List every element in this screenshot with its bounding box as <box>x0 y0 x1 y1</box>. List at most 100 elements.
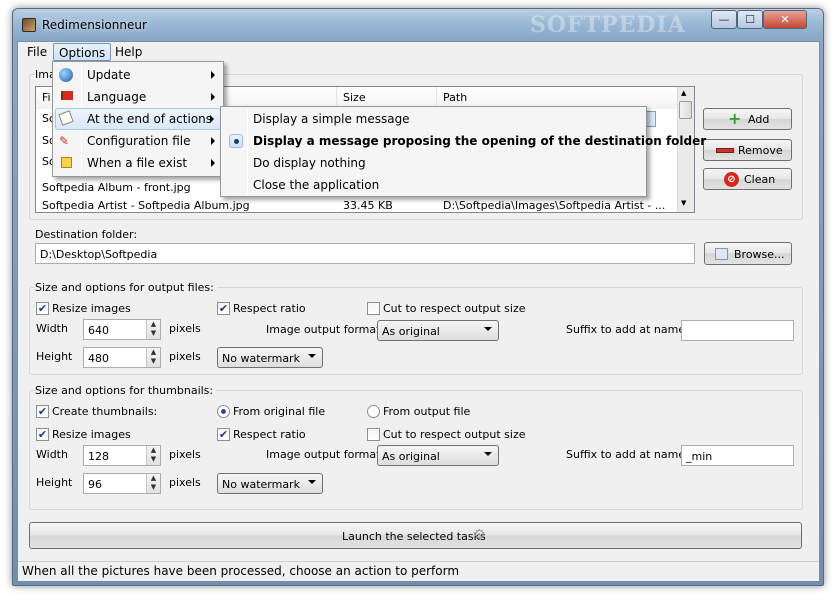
menu-label: When a file exist <box>87 156 188 170</box>
menu-file[interactable]: File <box>22 43 52 61</box>
thumb-resize-images-checkbox[interactable]: ✔ <box>36 428 49 441</box>
thumbnails-label: Size and options for thumbnails: <box>35 384 217 397</box>
tools-icon: ✎ <box>59 134 70 148</box>
options-menu-item-file-exist[interactable]: When a file exist <box>55 152 221 174</box>
warning-icon <box>61 157 72 168</box>
watermark-select[interactable]: No watermark <box>217 347 323 368</box>
softpedia-watermark: SOFTPEDIA <box>530 12 686 38</box>
globe-icon <box>59 68 73 82</box>
respect-ratio-label: Respect ratio <box>233 302 306 315</box>
folder-icon <box>715 248 728 260</box>
submenu-item-display-nothing[interactable]: Do display nothing <box>223 152 643 174</box>
from-output-radio[interactable] <box>367 405 380 418</box>
thumb-cut-output-checkbox[interactable] <box>367 428 380 441</box>
add-button[interactable]: + Add <box>703 108 792 130</box>
thumb-width-spinbox[interactable]: 128 ▲ ▼ <box>83 445 161 466</box>
watermark-select-value: No watermark <box>222 352 300 365</box>
radio-selected-dot <box>221 409 226 414</box>
cut-output-label: Cut to respect output size <box>383 302 526 315</box>
submenu-label: Display a message proposing the opening … <box>253 134 707 148</box>
options-menu-item-end-actions[interactable]: At the end of actions <box>55 108 221 130</box>
submenu-label: Display a simple message <box>253 112 410 126</box>
thumb-respect-ratio-label: Respect ratio <box>233 428 306 441</box>
menu-label: Update <box>87 68 131 82</box>
thumb-height-pixels-label: pixels <box>169 476 201 489</box>
destination-label: Destination folder: <box>35 228 138 241</box>
submenu-item-open-folder-message[interactable]: Display a message proposing the opening … <box>223 130 706 152</box>
window-title: Redimensionneur <box>42 18 147 32</box>
cut-output-checkbox[interactable] <box>367 302 380 315</box>
resize-images-checkbox[interactable]: ✔ <box>36 302 49 315</box>
thumb-format-select[interactable]: As original <box>377 445 499 466</box>
output-files-label: Size and options for output files: <box>35 281 217 294</box>
destination-input[interactable]: D:\Desktop\Softpedia <box>35 243 695 264</box>
thumb-width-spinner[interactable]: ▲ ▼ <box>146 446 160 465</box>
add-button-label: Add <box>748 113 770 126</box>
submenu-item-simple-message[interactable]: Display a simple message <box>223 108 643 130</box>
create-thumbnails-label: Create thumbnails: <box>52 405 158 418</box>
spin-down-icon[interactable]: ▼ <box>147 329 160 338</box>
height-spinner[interactable]: ▲ ▼ <box>146 348 160 367</box>
options-menu: Update Language At the end of actions ✎ … <box>52 61 224 177</box>
options-menu-item-language[interactable]: Language <box>55 86 221 108</box>
submenu-arrow-icon <box>211 137 215 145</box>
create-thumbnails-checkbox[interactable]: ✔ <box>36 405 49 418</box>
chevron-down-icon <box>484 452 492 456</box>
spin-down-icon[interactable]: ▼ <box>147 483 160 492</box>
spin-up-icon[interactable]: ▲ <box>147 446 160 455</box>
spin-up-icon[interactable]: ▲ <box>147 320 160 329</box>
from-original-radio[interactable] <box>217 405 230 418</box>
list-item[interactable]: Softpedia Artist - Softpedia Album.jpg <box>42 199 332 212</box>
height-spinbox[interactable]: 480 ▲ ▼ <box>83 347 161 368</box>
clean-button[interactable]: ⊘ Clean <box>703 168 792 190</box>
spin-down-icon[interactable]: ▼ <box>147 357 160 366</box>
menu-options[interactable]: Options <box>53 43 112 61</box>
thumb-respect-ratio-checkbox[interactable]: ✔ <box>217 428 230 441</box>
respect-ratio-checkbox[interactable]: ✔ <box>217 302 230 315</box>
menu-label: Configuration file <box>87 134 191 148</box>
remove-button[interactable]: Remove <box>703 139 792 161</box>
spin-down-icon[interactable]: ▼ <box>147 455 160 464</box>
close-button[interactable]: ✕ <box>763 10 807 29</box>
spin-up-icon[interactable]: ▲ <box>147 348 160 357</box>
format-label: Image output format: <box>266 323 385 336</box>
launch-button[interactable]: Launch the selected tasks ⚙ <box>29 522 802 549</box>
scroll-thumb[interactable] <box>679 101 692 119</box>
width-spinbox[interactable]: 640 ▲ ▼ <box>83 319 161 340</box>
suffix-input[interactable] <box>681 320 794 341</box>
list-item-size: 33.45 KB <box>343 199 393 212</box>
thumb-height-label: Height <box>36 476 73 489</box>
options-menu-item-config-file[interactable]: ✎ Configuration file <box>55 130 221 152</box>
submenu-item-close-app[interactable]: Close the application <box>223 174 643 196</box>
format-select-value: As original <box>382 325 440 338</box>
thumb-height-spinner[interactable]: ▲ ▼ <box>146 474 160 493</box>
scroll-down-icon[interactable]: ▼ <box>681 199 686 207</box>
flag-icon <box>61 91 73 100</box>
maximize-button[interactable]: ☐ <box>737 10 763 29</box>
from-output-label: From output file <box>383 405 471 418</box>
options-menu-item-update[interactable]: Update <box>55 64 221 86</box>
width-spinner[interactable]: ▲ ▼ <box>146 320 160 339</box>
width-pixels-label: pixels <box>169 322 201 335</box>
minus-icon <box>716 148 734 153</box>
scroll-up-icon[interactable]: ▲ <box>681 89 686 97</box>
app-icon <box>22 18 36 32</box>
menu-help[interactable]: Help <box>110 43 147 61</box>
width-label: Width <box>36 322 68 335</box>
minimize-button[interactable]: — <box>711 10 737 29</box>
list-item-path: D:\Softpedia\Images\Softpedia Artist - .… <box>443 199 666 212</box>
height-label: Height <box>36 350 73 363</box>
thumb-height-value: 96 <box>88 478 102 491</box>
spin-up-icon[interactable]: ▲ <box>147 474 160 483</box>
format-select[interactable]: As original <box>377 320 499 341</box>
thumb-suffix-input[interactable]: _min <box>681 445 794 466</box>
submenu-label: Do display nothing <box>253 156 366 170</box>
thumb-height-spinbox[interactable]: 96 ▲ ▼ <box>83 473 161 494</box>
thumb-watermark-select[interactable]: No watermark <box>217 473 323 494</box>
menu-label: At the end of actions <box>87 112 213 126</box>
no-entry-icon: ⊘ <box>724 172 739 187</box>
browse-button[interactable]: Browse... <box>704 242 792 265</box>
browse-button-label: Browse... <box>734 248 785 261</box>
thumb-format-label: Image output format: <box>266 448 385 461</box>
submenu-arrow-icon <box>211 71 215 79</box>
